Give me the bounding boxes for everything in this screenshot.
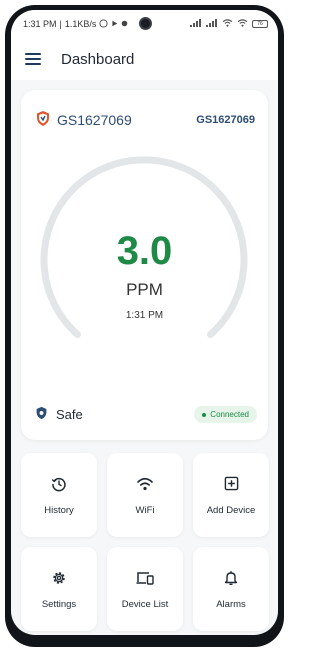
camera-cutout xyxy=(133,11,157,35)
whatsapp-icon xyxy=(99,18,108,30)
status-right: 76 xyxy=(190,19,268,29)
connection-badge: Connected xyxy=(194,406,257,423)
safety-status: Safe xyxy=(35,406,83,423)
safety-status-label: Safe xyxy=(56,407,83,422)
phone-frame: 1:31 PM | 1.1KB/s 76 Dashboard GS1627069… xyxy=(5,5,284,647)
status-bar: 1:31 PM | 1.1KB/s 76 xyxy=(11,10,278,38)
menu-icon[interactable] xyxy=(25,53,41,65)
devices-icon xyxy=(136,569,154,587)
brand-shield-icon xyxy=(35,110,51,130)
tile-settings[interactable]: Settings xyxy=(21,547,97,631)
tile-label: Settings xyxy=(41,598,77,610)
device-id: GS1627069 xyxy=(57,112,132,128)
device-id-secondary: GS1627069 xyxy=(196,114,255,126)
tile-label: Add Device xyxy=(206,504,256,516)
bell-icon xyxy=(222,569,240,587)
app-bar: Dashboard xyxy=(11,38,278,80)
device-id-group: GS1627069 xyxy=(35,110,132,130)
wifi-status-icon xyxy=(222,19,233,29)
screen: 1:31 PM | 1.1KB/s 76 Dashboard GS1627069… xyxy=(11,10,278,635)
play-icon xyxy=(111,19,118,29)
shield-icon xyxy=(35,406,48,423)
gear-icon xyxy=(50,569,68,587)
tile-label: History xyxy=(44,504,74,516)
battery-icon: 76 xyxy=(252,20,268,28)
wifi-status-icon-2 xyxy=(237,19,248,29)
tile-history[interactable]: History xyxy=(21,453,97,537)
signal-icon xyxy=(190,19,202,29)
device-header: GS1627069 GS1627069 xyxy=(35,110,255,130)
status-left: 1:31 PM | 1.1KB/s xyxy=(23,18,128,30)
device-card: GS1627069 GS1627069 3.0 PPM 1:31 PM Safe… xyxy=(21,90,268,440)
tile-alarms[interactable]: Alarms xyxy=(193,547,269,631)
network-speed: 1.1KB/s xyxy=(64,19,97,29)
tile-wifi[interactable]: WiFi xyxy=(107,453,183,537)
connection-label: Connected xyxy=(210,410,249,419)
notification-dot-icon xyxy=(121,19,128,29)
tile-label: Device List xyxy=(121,598,169,610)
reading-block: 3.0 PPM 1:31 PM xyxy=(21,230,268,321)
connected-dot-icon xyxy=(202,412,207,417)
tile-label: WiFi xyxy=(135,504,155,516)
history-icon xyxy=(50,475,68,493)
status-row: Safe Connected xyxy=(35,406,257,423)
tile-add-device[interactable]: Add Device xyxy=(193,453,269,537)
tile-label: Alarms xyxy=(216,598,246,610)
add-box-icon xyxy=(222,475,240,493)
wifi-icon xyxy=(136,475,154,493)
status-time: 1:31 PM xyxy=(23,19,57,29)
tile-device-list[interactable]: Device List xyxy=(107,547,183,631)
page-title: Dashboard xyxy=(61,50,135,68)
reading-unit: PPM xyxy=(126,280,163,299)
reading-time: 1:31 PM xyxy=(125,310,164,321)
reading-value: 3.0 xyxy=(116,229,173,273)
signal-icon-2 xyxy=(206,19,218,29)
